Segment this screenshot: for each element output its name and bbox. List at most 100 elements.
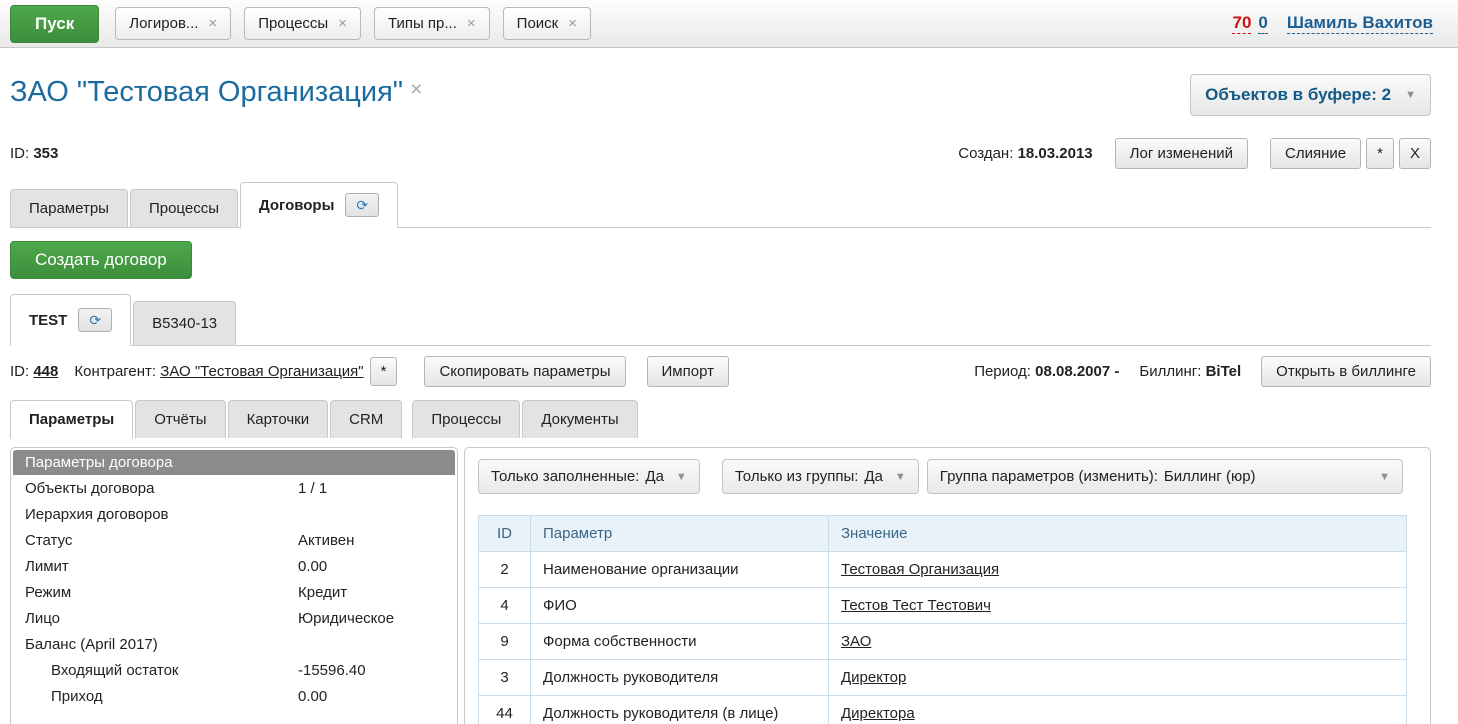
cell-value: ЗАО: [829, 624, 1407, 660]
param-value: 0.00: [298, 688, 327, 705]
table-row: 4 ФИО Тестов Тест Тестович: [479, 588, 1407, 624]
cell-id: 4: [479, 588, 531, 624]
section-tab-cards[interactable]: Карточки: [228, 400, 329, 438]
tab-label: Параметры: [29, 200, 109, 217]
merge-button[interactable]: Слияние: [1270, 138, 1361, 169]
cell-id: 2: [479, 552, 531, 588]
cell-param: Должность руководителя: [531, 660, 829, 696]
contract-id-value[interactable]: 448: [33, 363, 58, 380]
open-in-billing-button[interactable]: Открыть в биллинге: [1261, 356, 1431, 387]
topbar-user-area: 70 0 Шамиль Вахитов: [1232, 13, 1433, 34]
contract-info-row: ID: 448 Контрагент: ЗАО "Тестовая Органи…: [10, 356, 1431, 387]
cell-id: 9: [479, 624, 531, 660]
table-row: 2 Наименование организации Тестовая Орга…: [479, 552, 1407, 588]
cell-param: Форма собственности: [531, 624, 829, 660]
tab-label: Документы: [541, 411, 618, 428]
cell-param: ФИО: [531, 588, 829, 624]
section-tab-documents[interactable]: Документы: [522, 400, 637, 438]
close-icon[interactable]: ×: [467, 15, 476, 32]
dropdown-value: Биллинг (юр): [1164, 468, 1256, 485]
close-icon[interactable]: ×: [568, 15, 577, 32]
star-button[interactable]: *: [1366, 138, 1394, 169]
section-tab-parameters[interactable]: Параметры: [10, 400, 133, 439]
param-row: Лимит 0.00: [11, 553, 457, 579]
param-value-link[interactable]: Директора: [841, 705, 915, 722]
close-icon[interactable]: ×: [338, 15, 347, 32]
change-log-button[interactable]: Лог изменений: [1115, 138, 1248, 169]
page: ЗАО "Тестовая Организация" × Объектов в …: [0, 74, 1458, 724]
topbar-tab-logging[interactable]: Логиров... ×: [115, 7, 231, 40]
param-label: Статус: [25, 532, 298, 549]
param-value-link[interactable]: ЗАО: [841, 633, 871, 650]
import-button[interactable]: Импорт: [647, 356, 729, 387]
filters-row: Только заполненные: Да ▼ Только из групп…: [478, 459, 1417, 494]
group-only-dropdown[interactable]: Только из группы: Да ▼: [722, 459, 919, 494]
topbar-tab-label: Типы пр...: [388, 15, 457, 32]
counter-red-link[interactable]: 70: [1232, 13, 1251, 34]
topbar-tab-label: Поиск: [517, 15, 559, 32]
copy-parameters-button[interactable]: Скопировать параметры: [424, 356, 625, 387]
created-label: Создан:: [958, 145, 1013, 162]
dropdown-label: Только заполненные:: [491, 468, 639, 485]
dropdown-value: Да: [645, 468, 664, 485]
period-label: Период:: [974, 363, 1031, 380]
tab-contracts[interactable]: Договоры ⟳: [240, 182, 398, 228]
param-label: Входящий остаток: [25, 662, 298, 679]
content-area: Параметры договора Объекты договора 1 / …: [10, 447, 1431, 724]
contragent-link[interactable]: ЗАО "Тестовая Организация": [160, 363, 363, 380]
param-row: Приход 0.00: [11, 683, 457, 709]
close-icon[interactable]: ×: [208, 15, 217, 32]
start-button[interactable]: Пуск: [10, 5, 99, 43]
topbar-tab-search[interactable]: Поиск ×: [503, 7, 591, 40]
object-id-value: 353: [33, 145, 58, 162]
filled-only-dropdown[interactable]: Только заполненные: Да ▼: [478, 459, 700, 494]
buffer-dropdown[interactable]: Объектов в буфере: 2 ▼: [1190, 74, 1431, 116]
billing-pair: Биллинг: BiTel: [1139, 363, 1241, 380]
contract-tab-b5340[interactable]: B5340-13: [133, 301, 236, 345]
tab-parameters[interactable]: Параметры: [10, 189, 128, 227]
star-button[interactable]: *: [370, 357, 398, 386]
param-value-link[interactable]: Тестовая Организация: [841, 561, 999, 578]
billing-label: Биллинг:: [1139, 363, 1201, 380]
param-label: Объекты договора: [25, 480, 298, 497]
cell-value: Тестовая Организация: [829, 552, 1407, 588]
section-tab-processes[interactable]: Процессы: [412, 400, 520, 438]
cell-value: Тестов Тест Тестович: [829, 588, 1407, 624]
contract-tab-test[interactable]: TEST ⟳: [10, 294, 131, 346]
refresh-icon[interactable]: ⟳: [78, 308, 112, 332]
param-value-link[interactable]: Тестов Тест Тестович: [841, 597, 991, 614]
param-value: Активен: [298, 532, 354, 549]
topbar-tab-processes[interactable]: Процессы ×: [244, 7, 361, 40]
contract-params-header: Параметры договора: [13, 450, 455, 475]
contract-tabs: TEST ⟳ B5340-13: [10, 294, 1431, 346]
param-label: Баланс (April 2017): [25, 636, 298, 653]
user-link[interactable]: Шамиль Вахитов: [1287, 13, 1433, 34]
tab-processes[interactable]: Процессы: [130, 189, 238, 227]
chevron-down-icon: ▼: [1405, 89, 1416, 101]
cell-id: 44: [479, 696, 531, 724]
tab-label: B5340-13: [152, 315, 217, 332]
cell-value: Директор: [829, 660, 1407, 696]
param-value-link[interactable]: Директор: [841, 669, 906, 686]
param-group-dropdown[interactable]: Группа параметров (изменить): Биллинг (ю…: [927, 459, 1403, 494]
create-contract-button[interactable]: Создать договор: [10, 241, 192, 279]
section-tab-reports[interactable]: Отчёты: [135, 400, 225, 438]
refresh-icon[interactable]: ⟳: [345, 193, 379, 217]
column-header-param: Параметр: [531, 516, 829, 552]
param-row: Объекты договора 1 / 1: [11, 475, 457, 501]
tab-label: Параметры: [29, 411, 114, 428]
tab-label: Процессы: [149, 200, 219, 217]
param-value: -15596.40: [298, 662, 366, 679]
table-row: 9 Форма собственности ЗАО: [479, 624, 1407, 660]
close-icon[interactable]: ×: [410, 78, 422, 102]
counter-blue-link[interactable]: 0: [1258, 13, 1267, 34]
param-value: 0.00: [298, 558, 327, 575]
param-value: Юридическое: [298, 610, 394, 627]
column-header-value: Значение: [829, 516, 1407, 552]
page-title: ЗАО "Тестовая Организация": [10, 74, 403, 112]
section-tab-crm[interactable]: CRM: [330, 400, 402, 438]
dropdown-label: Только из группы:: [735, 468, 859, 485]
topbar-tab-types[interactable]: Типы пр... ×: [374, 7, 490, 40]
close-object-button[interactable]: X: [1399, 138, 1431, 169]
param-label: Приход: [25, 688, 298, 705]
